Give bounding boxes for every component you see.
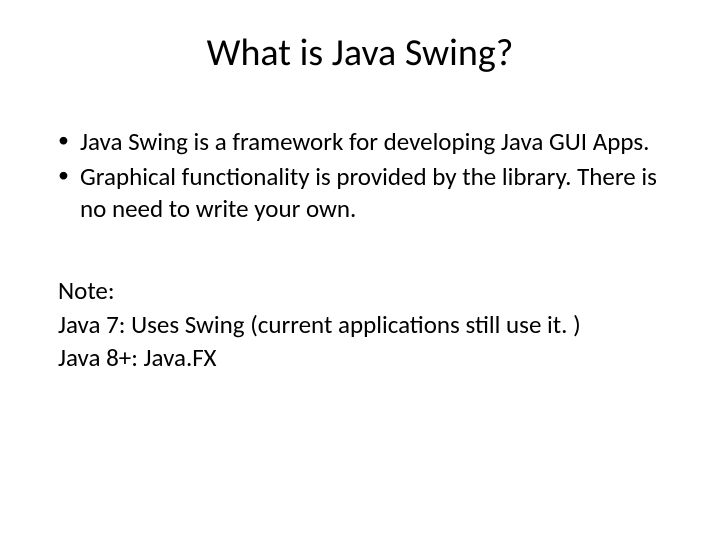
note-heading: Note: bbox=[58, 274, 680, 308]
list-item: Graphical functionality is provided by t… bbox=[58, 161, 680, 224]
list-item: Java Swing is a framework for developing… bbox=[58, 126, 680, 157]
note-line: Java 7: Uses Swing (current applications… bbox=[58, 308, 680, 342]
slide-title: What is Java Swing? bbox=[40, 30, 680, 76]
bullet-list: Java Swing is a framework for developing… bbox=[40, 126, 680, 224]
note-block: Note: Java 7: Uses Swing (current applic… bbox=[40, 274, 680, 375]
note-line: Java 8+: Java.FX bbox=[58, 341, 680, 375]
